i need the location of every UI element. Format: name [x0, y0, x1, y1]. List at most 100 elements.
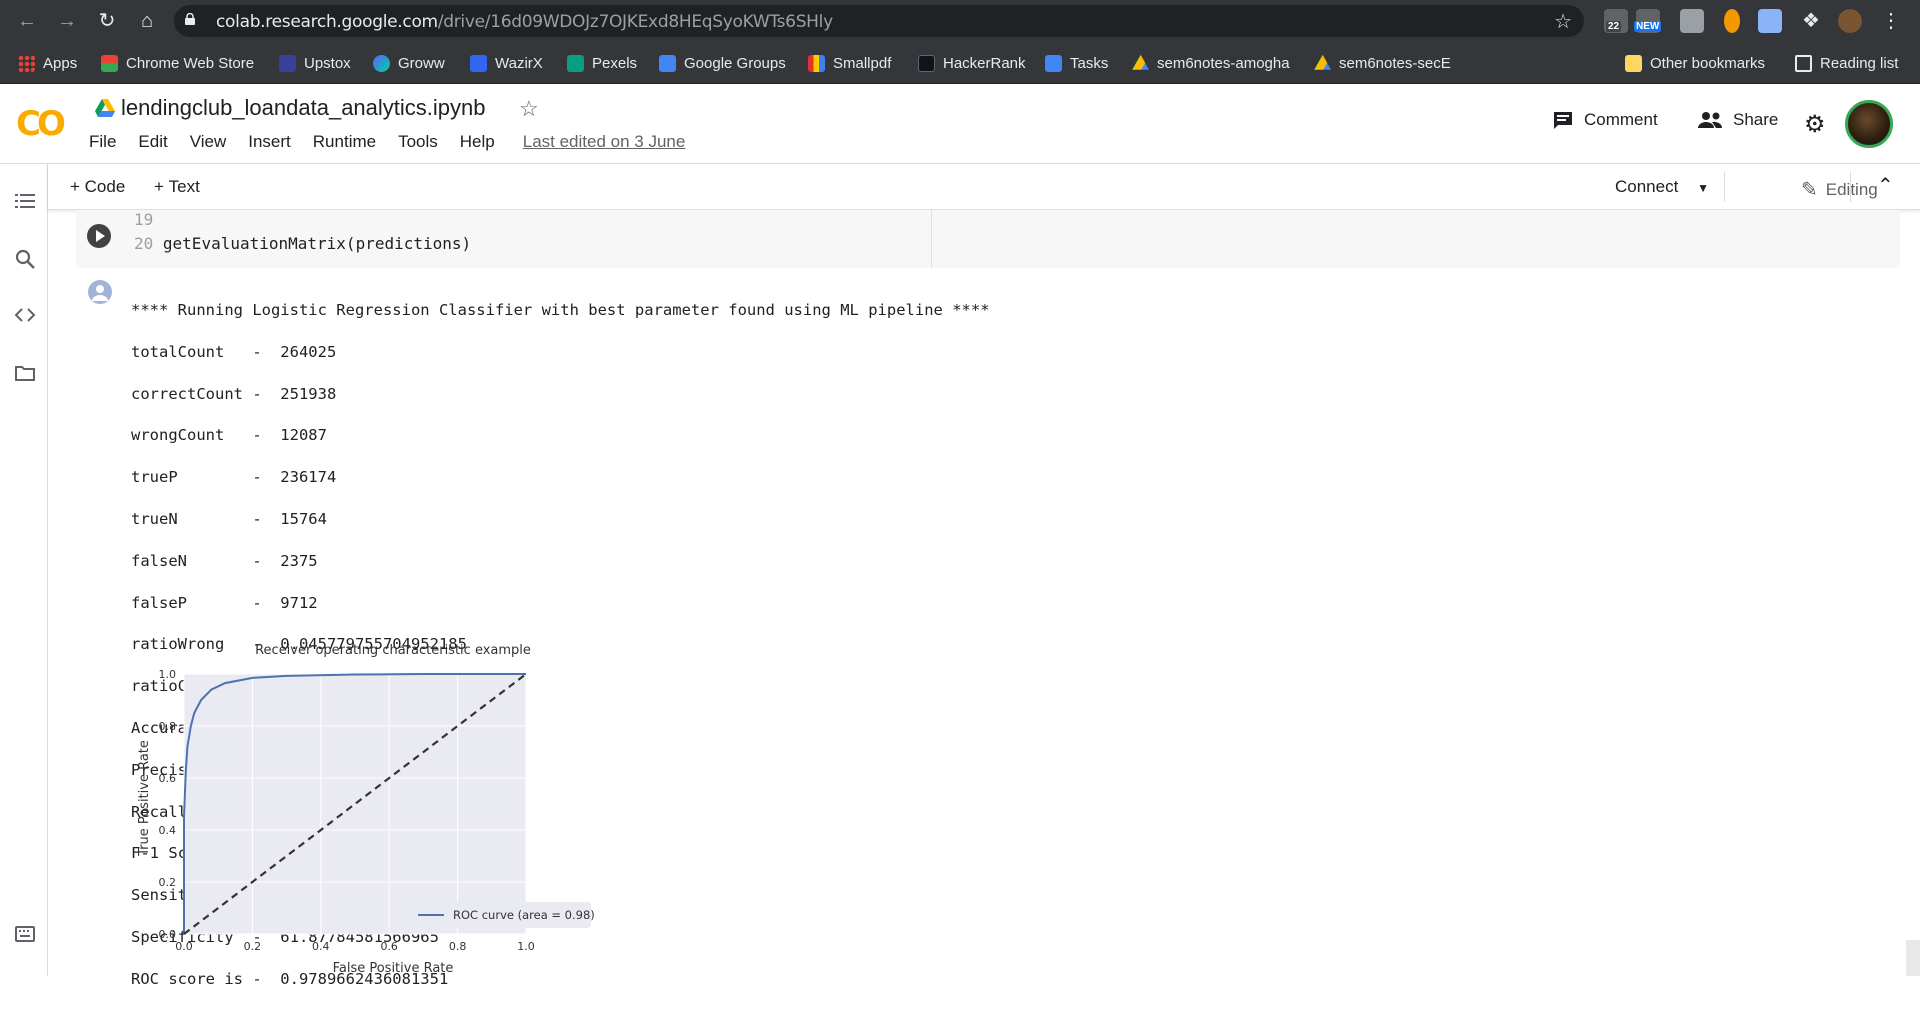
menu-bar: File Edit View Insert Runtime Tools Help… [89, 132, 707, 152]
bookmark-upstox[interactable]: Upstox [279, 52, 351, 74]
dropdown-arrow-icon[interactable]: ▼ [1697, 181, 1709, 195]
bookmark-pexels[interactable]: Pexels [567, 52, 637, 74]
url-path: /drive/16d09WDOJz7OJKExd8HEqSyoKWTs6SHly [437, 12, 833, 32]
home-icon[interactable]: ⌂ [132, 6, 162, 36]
code-line-19[interactable]: 19 [134, 210, 153, 229]
bookmark-google-groups[interactable]: Google Groups [659, 52, 786, 74]
bookmark-label: Other bookmarks [1650, 54, 1766, 72]
more-vert-icon[interactable]: ⋮ [1876, 6, 1906, 36]
bookmark-chrome-web-store[interactable]: Chrome Web Store [101, 52, 254, 74]
colab-logo[interactable]: CO [16, 104, 66, 144]
bookmark-label: Chrome Web Store [126, 54, 255, 72]
forward-arrow-icon[interactable]: → [52, 6, 82, 36]
back-arrow-icon[interactable]: ← [12, 6, 42, 36]
bookmark-apps[interactable]: Apps [18, 52, 77, 74]
table-of-contents-icon[interactable] [14, 190, 36, 212]
bookmark-label: Upstox [304, 54, 351, 72]
star-icon[interactable]: ☆ [519, 96, 539, 122]
line-number: 20 [134, 234, 154, 253]
account-avatar[interactable] [1845, 100, 1893, 148]
drive-icon[interactable] [95, 99, 115, 117]
share-button[interactable]: Share [1697, 110, 1778, 130]
menu-runtime[interactable]: Runtime [313, 132, 376, 152]
extension-icon-4[interactable] [1724, 9, 1740, 33]
collapse-chevron-icon[interactable]: ⌃ [1877, 173, 1894, 198]
editing-mode-button[interactable]: ✎ Editing [1801, 177, 1878, 202]
line-number: 19 [134, 210, 154, 229]
chart-title: Receiver operating characteristic exampl… [255, 643, 531, 658]
pencil-icon: ✎ [1801, 179, 1818, 201]
reading-list[interactable]: Reading list [1795, 52, 1898, 74]
y-tick-label: 0.4 [159, 824, 177, 837]
upstox-icon [279, 54, 296, 72]
address-bar[interactable]: colab.research.google.com/drive/16d09WDO… [174, 5, 1584, 37]
scrollbar-thumb[interactable] [1906, 940, 1920, 976]
menu-tools[interactable]: Tools [398, 132, 438, 152]
search-icon[interactable] [14, 248, 36, 270]
browser-toolbar: ← → ↻ ⌂ colab.research.google.com/drive/… [0, 0, 1920, 42]
y-tick-label: 0.2 [159, 876, 177, 889]
bookmark-sem6notes-amogha[interactable]: sem6notes-amogha [1132, 52, 1290, 74]
bookmark-label: Pexels [592, 54, 638, 72]
settings-gear-icon[interactable]: ⚙ [1804, 110, 1826, 139]
profile-avatar-icon[interactable] [1838, 9, 1862, 33]
comment-button[interactable]: Comment [1552, 110, 1658, 130]
tasks-icon [1045, 54, 1062, 72]
extension-icon-3[interactable] [1680, 9, 1704, 33]
bookmark-wazirx[interactable]: WazirX [470, 52, 543, 74]
bookmark-other[interactable]: Other bookmarks [1625, 52, 1765, 74]
menu-insert[interactable]: Insert [248, 132, 291, 152]
extension-icon-1[interactable]: 22 [1604, 9, 1628, 33]
bookmark-groww[interactable]: Groww [373, 52, 445, 74]
drive-icon [1132, 54, 1149, 70]
x-tick-label: 1.0 [517, 940, 535, 953]
add-code-button[interactable]: + Code [70, 177, 125, 197]
add-code-label: Code [84, 177, 126, 196]
output-avatar-icon[interactable] [88, 280, 112, 304]
bookmark-label: Smallpdf [833, 54, 892, 72]
code-line-20[interactable]: 20 getEvaluationMatrix(predictions) [134, 234, 471, 253]
cell-divider [931, 210, 932, 268]
bookmark-label: sem6notes-amogha [1157, 54, 1290, 72]
extension-icon-5[interactable] [1758, 9, 1782, 33]
extension-icon-2[interactable]: NEW [1634, 9, 1662, 33]
bookmark-sem6notes-secE[interactable]: sem6notes-secE [1314, 52, 1451, 74]
add-text-button[interactable]: + Text [154, 177, 200, 197]
plus-icon: + [154, 177, 169, 196]
bookmark-label: HackerRank [943, 54, 1026, 72]
comment-label: Comment [1584, 110, 1658, 129]
x-tick-label: 0.0 [175, 940, 193, 953]
reload-icon[interactable]: ↻ [92, 6, 122, 36]
bookmark-label: Reading list [1820, 54, 1899, 72]
output-line: **** Running Logistic Regression Classif… [131, 300, 990, 319]
share-label: Share [1733, 110, 1779, 129]
menu-help[interactable]: Help [460, 132, 495, 152]
bookmark-tasks[interactable]: Tasks [1045, 52, 1108, 74]
bookmark-label: Google Groups [684, 54, 786, 72]
menu-view[interactable]: View [190, 132, 227, 152]
command-palette-icon[interactable] [14, 923, 36, 945]
folder-icon [1625, 54, 1642, 72]
menu-file[interactable]: File [89, 132, 116, 152]
x-tick-label: 0.2 [244, 940, 262, 953]
bookmark-label: Apps [43, 54, 78, 72]
code-cell[interactable]: 19 20 getEvaluationMatrix(predictions) [76, 210, 1900, 268]
last-edited-link[interactable]: Last edited on 3 June [523, 132, 686, 152]
run-cell-button[interactable] [87, 224, 111, 248]
x-axis-label: False Positive Rate [333, 961, 454, 976]
notebook-title[interactable]: lendingclub_loandata_analytics.ipynb [121, 95, 486, 121]
menu-edit[interactable]: Edit [138, 132, 167, 152]
bookmark-star-icon[interactable]: ☆ [1554, 9, 1572, 34]
code-snippets-icon[interactable] [14, 304, 36, 326]
bookmark-hackerrank[interactable]: HackerRank [918, 52, 1026, 74]
y-axis-label: True Positive Rate [137, 740, 152, 857]
folder-icon[interactable] [14, 362, 36, 384]
output-line: correctCount - 251938 [131, 384, 337, 403]
extensions-puzzle-icon[interactable]: ❖ [1796, 6, 1826, 36]
output-line: wrongCount - 12087 [131, 426, 327, 445]
output-line: trueP - 236174 [131, 468, 337, 487]
extension-badge-2: NEW [1634, 21, 1662, 32]
connect-button[interactable]: Connect ▼ [1615, 177, 1709, 197]
bookmark-smallpdf[interactable]: Smallpdf [808, 52, 891, 74]
smallpdf-icon [808, 54, 825, 72]
